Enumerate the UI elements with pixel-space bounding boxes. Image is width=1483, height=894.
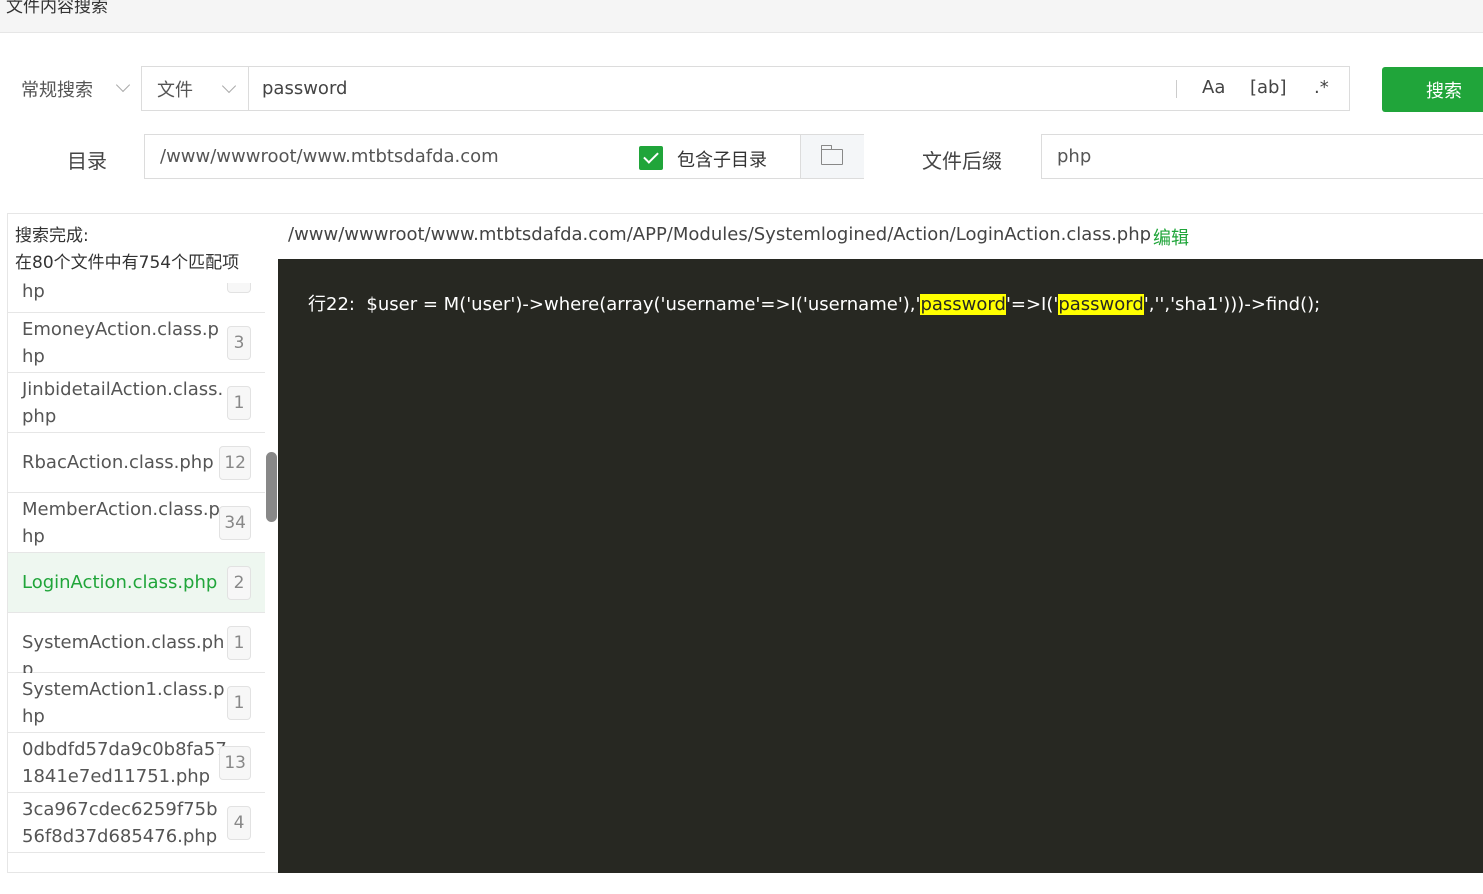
results-scrollbar[interactable] (266, 452, 277, 522)
search-type-label: 文件 (157, 79, 193, 101)
edit-link[interactable]: 编辑 (1153, 224, 1189, 250)
include-subdirs-checkbox[interactable] (639, 146, 663, 170)
window-title: 文件内容搜索 (6, 0, 108, 17)
list-item-selected[interactable]: LoginAction.class.php 2 (8, 553, 265, 613)
match-count-badge: 2 (227, 566, 251, 600)
file-path: /www/wwwroot/www.mtbtsdafda.com/APP/Modu… (288, 224, 1152, 245)
chevron-down-icon (221, 78, 237, 94)
match-case-toggle[interactable]: Aa (1202, 77, 1225, 98)
status-line-2: 在80个文件中有754个匹配项 (15, 253, 240, 273)
include-subdirs-label[interactable]: 包含子目录 (677, 146, 767, 172)
file-name: EmoneyAction.class.php (22, 319, 219, 367)
list-item[interactable]: 3ca967cdec6259f75b56f8d37d685476.php 4 (8, 793, 265, 853)
file-name: LoginAction.class.php (22, 572, 218, 593)
directory-input[interactable] (146, 136, 644, 176)
list-item[interactable]: SystemAction1.class.php 1 (8, 673, 265, 733)
match-count-badge: 1 (227, 386, 251, 420)
search-mode-label: 常规搜索 (21, 80, 93, 101)
choose-folder-button[interactable] (800, 135, 864, 178)
file-name: 0dbdfd57da9c0b8fa571841e7ed11751.php (22, 739, 227, 787)
file-extension-input[interactable] (1041, 134, 1483, 179)
list-item[interactable]: 0dbdfd57da9c0b8fa571841e7ed11751.php 13 (8, 733, 265, 793)
match-count-badge: 34 (219, 506, 251, 540)
search-input[interactable] (250, 68, 1184, 108)
file-name: MemberAction.class.php (22, 499, 220, 547)
list-item[interactable]: EmoneyAction.class.php 3 (8, 313, 265, 373)
match-count-badge: 12 (219, 446, 251, 480)
match-highlight: password (1058, 294, 1144, 315)
match-count-badge: 1 (227, 626, 251, 660)
search-box: 文件 Aa [ab] .* (141, 66, 1350, 111)
match-count-badge: 4 (227, 806, 251, 840)
status-line-1: 搜索完成: (15, 226, 89, 246)
file-name: hp (22, 283, 45, 302)
list-item[interactable]: MemberAction.class.php 34 (8, 493, 265, 553)
match-count-badge: 1 (227, 686, 251, 720)
file-name: 3ca967cdec6259f75b56f8d37d685476.php (22, 799, 218, 847)
list-item[interactable]: JinbidetailAction.class.php 1 (8, 373, 265, 433)
list-item[interactable]: SystemAction.class.php 1 (8, 613, 265, 680)
search-button[interactable]: 搜索 (1382, 67, 1483, 112)
code-preview: 行22: $user = M('user')->where(array('use… (278, 259, 1483, 873)
title-bar: 文件内容搜索 (0, 0, 1483, 33)
file-name: SystemAction1.class.php (22, 679, 225, 727)
match-count-badge: 3 (227, 326, 251, 360)
regex-toggle[interactable]: .* (1314, 77, 1329, 98)
folder-icon (820, 145, 843, 165)
chevron-down-icon (115, 77, 131, 93)
code-line[interactable]: 行22: $user = M('user')->where(array('use… (308, 290, 1320, 316)
line-number: 行22: (308, 294, 355, 315)
list-item[interactable]: hp 1 (8, 283, 265, 313)
directory-box: 包含子目录 (144, 134, 864, 179)
code-text: $user = M('user')->where(array('username… (366, 294, 921, 315)
file-name: JinbidetailAction.class.php (22, 379, 224, 427)
list-item[interactable]: RbacAction.class.php 12 (8, 433, 265, 493)
search-mode-select[interactable]: 常规搜索 (8, 66, 136, 112)
file-extension-label: 文件后缀 (922, 149, 1002, 173)
match-highlight: password (920, 294, 1006, 315)
match-count-badge: 13 (219, 746, 251, 780)
code-text: ','','sha1')))->find(); (1143, 294, 1321, 315)
options-divider (1176, 80, 1177, 98)
file-name: RbacAction.class.php (22, 452, 214, 473)
results-panel: 搜索完成: 在80个文件中有754个匹配项 hp 1 EmoneyAction.… (7, 213, 278, 873)
whole-word-toggle[interactable]: [ab] (1250, 77, 1287, 98)
search-type-select[interactable]: 文件 (142, 67, 249, 110)
match-count-badge: 1 (227, 283, 251, 293)
code-text: '=>I(' (1005, 294, 1059, 315)
file-list: hp 1 EmoneyAction.class.php 3 Jinbidetai… (8, 283, 265, 872)
file-path-bar: /www/wwwroot/www.mtbtsdafda.com/APP/Modu… (278, 213, 1483, 259)
search-status: 搜索完成: 在80个文件中有754个匹配项 (15, 223, 239, 277)
directory-label: 目录 (67, 149, 107, 173)
